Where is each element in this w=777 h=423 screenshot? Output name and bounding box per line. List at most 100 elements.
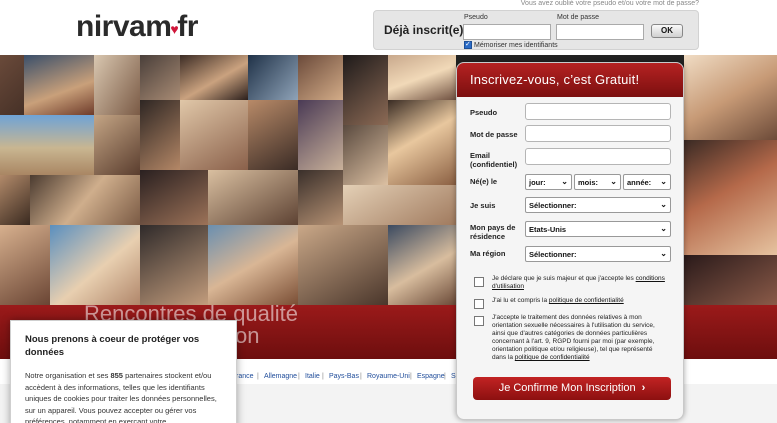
email-input[interactable] (525, 148, 671, 165)
collage-photo (388, 225, 456, 305)
logo-text: nirvam (76, 10, 172, 43)
forgot-credentials-link[interactable]: Vous avez oublié votre pseudo et/ou votr… (521, 0, 699, 7)
country-link[interactable]: Royaume-Uni (367, 373, 410, 380)
signup-panel: Inscrivez-vous, c’est Gratuit! Pseudo Mo… (456, 62, 684, 420)
agree-sensitive-text: J'accepte le traitement des données rela… (492, 314, 668, 362)
collage-photo (343, 125, 388, 185)
top-header: nirvam♥fr Vous avez oublié votre pseudo … (0, 0, 777, 55)
confirm-signup-button[interactable]: Je Confirme Mon Inscription › (473, 377, 671, 400)
collage-photo (298, 225, 388, 305)
agree-terms-checkbox[interactable] (474, 277, 484, 287)
collage-photo (180, 100, 248, 170)
site-logo[interactable]: nirvam♥fr (76, 10, 198, 44)
chevron-down-icon: ⌄ (610, 177, 617, 186)
collage-photo (0, 115, 94, 175)
separator: | (360, 373, 362, 380)
collage-photo (343, 185, 456, 225)
collage-photo (140, 100, 180, 170)
collage-photo (298, 170, 343, 225)
password-label: Mot de passe (470, 130, 518, 139)
login-pseudo-input[interactable] (463, 24, 551, 40)
chevron-down-icon: ⌄ (660, 249, 667, 258)
country-link[interactable]: S (451, 373, 456, 380)
agree-privacy-label: J'ai lu et compris la (492, 297, 548, 304)
partner-count: 855 (110, 371, 123, 380)
region-label: Ma région (470, 249, 506, 258)
collage-photo (388, 55, 456, 100)
privacy-link-2[interactable]: politique de confidentialité (515, 354, 590, 361)
chevron-down-icon: ⌄ (660, 224, 667, 233)
collage-photo (248, 55, 298, 100)
collage-photo (0, 175, 30, 225)
separator: | (257, 373, 259, 380)
region-value: Sélectionner: (529, 250, 577, 259)
email-sublabel: (confidentiel) (470, 160, 518, 169)
login-pseudo-label: Pseudo (464, 14, 488, 21)
agree-privacy-checkbox[interactable] (474, 299, 484, 309)
login-password-input[interactable] (556, 24, 644, 40)
agree-sensitive-checkbox[interactable] (474, 316, 484, 326)
collage-photo (388, 100, 456, 185)
country-select[interactable]: Etats-Unis ⌄ (525, 221, 671, 237)
collage-photo (298, 55, 343, 100)
collage-photo (24, 55, 94, 115)
privacy-link[interactable]: politique de confidentialité (549, 297, 624, 304)
pseudo-label: Pseudo (470, 108, 498, 117)
birth-day-select[interactable]: jour: ⌄ (525, 174, 572, 190)
collage-photo (684, 255, 777, 305)
country-value: Etats-Unis (529, 225, 567, 234)
collage-photo (684, 140, 777, 255)
region-select[interactable]: Sélectionner: ⌄ (525, 246, 671, 262)
birth-year-value: année: (627, 178, 652, 187)
chevron-down-icon: ⌄ (660, 200, 667, 209)
remember-checkbox[interactable] (464, 40, 472, 49)
login-ok-button[interactable]: OK (651, 24, 683, 38)
separator: | (322, 373, 324, 380)
already-registered-label: Déjà inscrit(e) (384, 23, 464, 37)
country-link[interactable]: rance (236, 373, 254, 380)
agree-privacy-text: J'ai lu et compris la politique de confi… (492, 297, 668, 305)
country-link[interactable]: Pays-Bas (329, 373, 359, 380)
collage-photo (684, 55, 777, 140)
collage-photo (140, 170, 208, 225)
agree-terms-label: Je déclare que je suis majeur et que j'a… (492, 275, 634, 282)
heart-icon: ♥ (170, 21, 179, 37)
pseudo-input[interactable] (525, 103, 671, 120)
collage-photo (180, 55, 248, 100)
collage-photo (50, 225, 140, 305)
collage-photo (30, 175, 140, 225)
collage-photo (208, 225, 298, 305)
logo-suffix: fr (177, 10, 198, 43)
collage-photo (94, 55, 140, 115)
cookie-consent-dialog: Nous prenons à coeur de protéger vos don… (10, 320, 237, 423)
country-label: Mon pays de résidence (470, 223, 516, 241)
chevron-right-icon: › (641, 382, 646, 394)
collage-photo (94, 115, 140, 175)
country-link[interactable]: Allemagne (264, 373, 297, 380)
birth-month-select[interactable]: mois: ⌄ (574, 174, 621, 190)
confirm-signup-label: Je Confirme Mon Inscription (498, 382, 636, 394)
remember-me[interactable]: Mémoriser mes identifiants (464, 40, 558, 49)
collage-photo (140, 55, 180, 100)
birth-day-value: jour: (529, 178, 546, 187)
login-password-label: Mot de passe (557, 14, 600, 21)
password-input[interactable] (525, 125, 671, 142)
agree-terms-text: Je déclare que je suis majeur et que j'a… (492, 275, 668, 291)
page: nirvam♥fr Vous avez oublié votre pseudo … (0, 0, 777, 423)
collage-photo (208, 170, 298, 225)
country-link[interactable]: Italie (305, 373, 320, 380)
cookie-body: Notre organisation et ses 855 partenaire… (25, 370, 222, 423)
gender-value: Sélectionner: (529, 201, 577, 210)
cookie-title: Nous prenons à coeur de protéger vos don… (25, 334, 200, 358)
gender-label: Je suis (470, 201, 496, 210)
gender-select[interactable]: Sélectionner: ⌄ (525, 197, 671, 213)
separator: | (298, 373, 300, 380)
birthdate-label: Né(e) le (470, 177, 498, 186)
chevron-down-icon: ⌄ (561, 177, 568, 186)
cookie-body-start: Notre organisation et ses (25, 371, 111, 380)
signup-title: Inscrivez-vous, c’est Gratuit! (457, 63, 683, 97)
collage-photo (248, 100, 298, 170)
birth-year-select[interactable]: année: ⌄ (623, 174, 671, 190)
country-link[interactable]: Espagne (417, 373, 445, 380)
email-label-text: Email (470, 151, 491, 160)
